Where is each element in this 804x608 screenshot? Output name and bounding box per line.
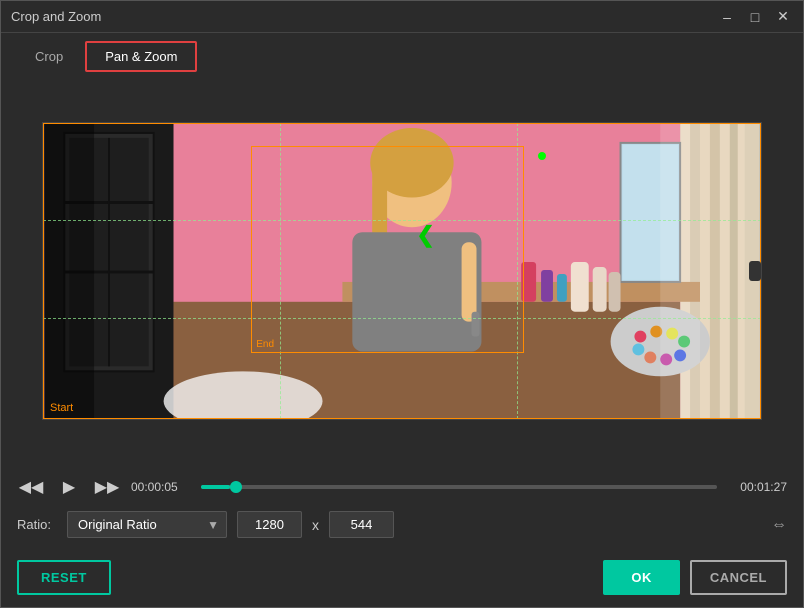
seek-progress: [201, 485, 230, 489]
ratio-row: Ratio: Original Ratio 16:9 4:3 1:1 9:16 …: [17, 511, 787, 538]
video-preview[interactable]: Start End ❮: [42, 122, 762, 420]
seek-bar[interactable]: [201, 485, 717, 489]
reset-button[interactable]: RESET: [17, 560, 111, 595]
ratio-label: Ratio:: [17, 517, 57, 532]
tab-crop[interactable]: Crop: [17, 43, 81, 70]
window-controls: – □ ✕: [717, 7, 793, 27]
crop-zoom-window: Crop and Zoom – □ ✕ Crop Pan & Zoom: [0, 0, 804, 608]
total-time: 00:01:27: [727, 480, 787, 494]
window-title: Crop and Zoom: [11, 9, 101, 24]
preview-area: Start End ❮: [1, 72, 803, 465]
footer-right: OK CANCEL: [603, 560, 787, 595]
play-button[interactable]: ▶: [55, 473, 83, 501]
height-input[interactable]: [329, 511, 394, 538]
cancel-button[interactable]: CANCEL: [690, 560, 787, 595]
seek-thumb[interactable]: [230, 481, 242, 493]
step-forward-button[interactable]: ▶▶: [93, 473, 121, 501]
ok-button[interactable]: OK: [603, 560, 680, 595]
maximize-button[interactable]: □: [745, 7, 765, 27]
step-back-button[interactable]: ◀◀: [17, 473, 45, 501]
controls-area: ◀◀ ▶ ▶▶ 00:00:05 00:01:27 Ratio: Origina…: [1, 465, 803, 552]
tab-pan-zoom[interactable]: Pan & Zoom: [85, 41, 197, 72]
tabs-row: Crop Pan & Zoom: [1, 33, 803, 72]
video-scene: [43, 123, 761, 419]
current-time: 00:00:05: [131, 480, 191, 494]
ratio-select[interactable]: Original Ratio 16:9 4:3 1:1 9:16 Custom: [67, 511, 227, 538]
ratio-select-wrapper: Original Ratio 16:9 4:3 1:1 9:16 Custom …: [67, 511, 227, 538]
minimize-button[interactable]: –: [717, 7, 737, 27]
width-input[interactable]: [237, 511, 302, 538]
dimension-separator: x: [312, 517, 319, 533]
title-bar: Crop and Zoom – □ ✕: [1, 1, 803, 33]
playback-row: ◀◀ ▶ ▶▶ 00:00:05 00:01:27: [17, 473, 787, 501]
link-dimensions-icon[interactable]: ⇔: [771, 516, 787, 534]
footer-row: RESET OK CANCEL: [1, 552, 803, 607]
close-button[interactable]: ✕: [773, 7, 793, 27]
footer-left: RESET: [17, 560, 111, 595]
